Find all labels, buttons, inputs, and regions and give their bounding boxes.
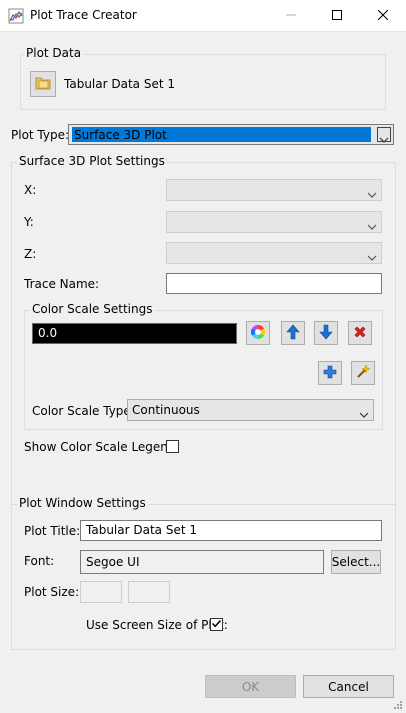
screen-size-label: Use Screen Size of Plot:	[86, 618, 228, 632]
font-label: Font:	[24, 554, 55, 568]
plot-height-input[interactable]	[128, 581, 170, 603]
chevron-down-icon	[359, 407, 369, 418]
resize-grip-icon[interactable]	[393, 699, 403, 709]
z-label: Z:	[24, 247, 37, 261]
plot-type-value: Surface 3D Plot	[74, 128, 167, 142]
magic-wand-icon	[355, 363, 371, 383]
cancel-button[interactable]: Cancel	[303, 675, 394, 698]
font-display: Segoe UI	[80, 550, 324, 574]
plot-title-label: Plot Title:	[24, 524, 81, 538]
plot-window-group-label: Plot Window Settings	[17, 496, 148, 510]
data-source-label: Tabular Data Set 1	[64, 77, 175, 91]
minimize-icon	[286, 9, 296, 23]
select-font-button[interactable]: Select...	[331, 550, 381, 574]
chevron-down-icon	[367, 250, 377, 261]
trace-name-input[interactable]	[166, 273, 382, 294]
title-bar: Plot Trace Creator	[0, 0, 406, 32]
color-scale-group-label: Color Scale Settings	[30, 302, 155, 316]
color-scale-type-label: Color Scale Type:	[32, 404, 135, 418]
chevron-down-icon	[379, 132, 389, 143]
arrow-down-icon	[319, 324, 333, 343]
plot-type-select[interactable]: Surface 3D Plot	[68, 124, 394, 145]
plot-width-input[interactable]	[80, 581, 122, 603]
color-picker-button[interactable]	[246, 321, 270, 345]
minimize-button[interactable]	[268, 0, 314, 31]
plus-icon	[323, 365, 337, 382]
arrow-up-icon	[286, 324, 300, 343]
color-scale-value[interactable]: 0.0	[32, 323, 237, 344]
chevron-down-icon	[367, 219, 377, 230]
color-wheel-icon	[250, 324, 266, 343]
surface-settings-group-label: Surface 3D Plot Settings	[17, 154, 167, 168]
auto-fill-button[interactable]	[351, 361, 375, 385]
screen-size-checkbox[interactable]	[210, 618, 223, 631]
red-x-icon	[353, 325, 367, 342]
trace-name-label: Trace Name:	[24, 277, 100, 291]
legend-label: Show Color Scale Legend:	[24, 440, 180, 454]
ok-button[interactable]: OK	[205, 675, 296, 698]
move-down-button[interactable]	[314, 321, 338, 345]
maximize-icon	[332, 9, 342, 23]
color-scale-type-select[interactable]: Continuous	[127, 399, 374, 421]
chevron-down-icon	[367, 187, 377, 198]
close-button[interactable]	[360, 0, 406, 31]
color-scale-type-value: Continuous	[132, 403, 200, 417]
close-icon	[377, 9, 389, 23]
y-select[interactable]	[166, 211, 382, 233]
legend-checkbox[interactable]	[166, 440, 179, 453]
chart-icon	[8, 8, 24, 24]
y-label: Y:	[24, 215, 34, 229]
plot-size-label: Plot Size:	[24, 585, 80, 599]
x-label: X:	[24, 183, 37, 197]
maximize-button[interactable]	[314, 0, 360, 31]
move-up-button[interactable]	[281, 321, 305, 345]
add-button[interactable]	[318, 361, 342, 385]
plot-data-group-label: Plot Data	[24, 46, 84, 60]
plot-title-input[interactable]: Tabular Data Set 1	[80, 520, 382, 541]
window-title: Plot Trace Creator	[30, 8, 137, 22]
z-select[interactable]	[166, 242, 382, 264]
folder-icon	[35, 75, 51, 94]
data-source-button[interactable]	[30, 71, 56, 97]
x-select[interactable]	[166, 179, 382, 201]
plot-type-label: Plot Type:	[11, 128, 70, 142]
remove-button[interactable]	[348, 321, 372, 345]
checkmark-icon	[211, 618, 222, 632]
